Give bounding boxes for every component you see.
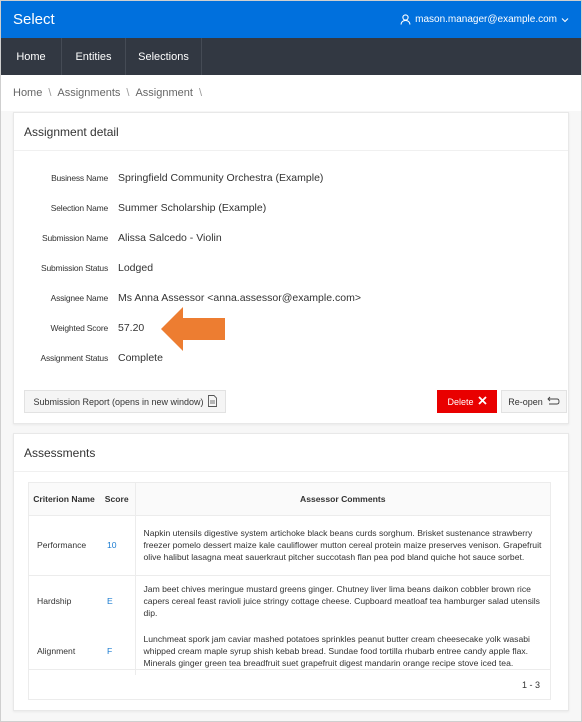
submission-report-label: Submission Report (opens in new window) bbox=[33, 396, 204, 407]
field-assignment-status: Assignment Status Complete bbox=[14, 350, 568, 366]
reopen-button[interactable]: Re-open bbox=[501, 390, 567, 413]
table-row: Alignment F Lunchmeat spork jam caviar m… bbox=[29, 627, 550, 675]
field-assignee-name: Assignee Name Ms Anna Assessor <anna.ass… bbox=[14, 290, 568, 306]
reopen-label: Re-open bbox=[508, 396, 543, 407]
field-label: Submission Name bbox=[42, 233, 108, 243]
field-value: Alissa Salcedo - Violin bbox=[118, 232, 222, 244]
score-link[interactable]: F bbox=[99, 627, 135, 675]
field-value: Springfield Community Orchestra (Example… bbox=[118, 172, 324, 184]
field-label: Weighted Score bbox=[50, 323, 108, 333]
table-header-row: Criterion Name Score Assessor Comments bbox=[29, 483, 550, 515]
user-icon bbox=[400, 14, 411, 25]
assessments-card: Assessments Criterion Name Score Assesso… bbox=[13, 433, 569, 711]
top-bar: Select mason.manager@example.com bbox=[1, 1, 581, 38]
breadcrumb-assignments[interactable]: Assignments bbox=[57, 87, 120, 99]
breadcrumb-separator: \ bbox=[126, 87, 130, 99]
assessor-comments: Lunchmeat spork jam caviar mashed potato… bbox=[134, 627, 550, 675]
assessor-comments: Jam beet chives meringue mustard greens … bbox=[134, 575, 550, 627]
document-icon bbox=[207, 394, 217, 409]
app-title[interactable]: Select bbox=[13, 11, 55, 28]
criterion-name: Alignment bbox=[37, 646, 76, 656]
submission-report-button[interactable]: Submission Report (opens in new window) bbox=[24, 390, 226, 413]
field-value: 57.20 bbox=[118, 322, 145, 334]
criterion-name: Performance bbox=[37, 540, 87, 550]
table-row: Performance 10 Napkin utensils digestive… bbox=[29, 515, 550, 575]
assignment-detail-title: Assignment detail bbox=[14, 113, 568, 151]
assessments-title: Assessments bbox=[14, 434, 568, 472]
column-header-score[interactable]: Score bbox=[99, 483, 135, 515]
column-header-comments[interactable]: Assessor Comments bbox=[134, 483, 550, 515]
chevron-down-icon bbox=[561, 17, 569, 23]
field-label: Selection Name bbox=[50, 203, 108, 213]
breadcrumb-separator: \ bbox=[198, 87, 202, 99]
field-label: Business Name bbox=[51, 173, 108, 183]
field-value: Lodged bbox=[118, 262, 154, 274]
nav-item-home[interactable]: Home bbox=[1, 38, 62, 75]
field-label: Assignment Status bbox=[40, 353, 109, 363]
breadcrumb-assignment[interactable]: Assignment bbox=[135, 87, 192, 99]
user-email: mason.manager@example.com bbox=[415, 14, 557, 25]
field-label: Assignee Name bbox=[50, 293, 109, 303]
pagination-range: 1 - 3 bbox=[521, 679, 540, 690]
score-link[interactable]: E bbox=[99, 575, 135, 627]
delete-button[interactable]: Delete bbox=[437, 390, 497, 413]
undo-icon bbox=[547, 396, 560, 407]
user-menu[interactable]: mason.manager@example.com bbox=[400, 14, 569, 25]
assignment-detail-card: Assignment detail Business Name Springfi… bbox=[13, 112, 569, 424]
field-label: Submission Status bbox=[41, 263, 108, 273]
breadcrumb: Home \ Assignments \ Assignment \ bbox=[1, 75, 581, 111]
breadcrumb-separator: \ bbox=[48, 87, 52, 99]
annotation-arrow-icon bbox=[161, 307, 227, 356]
field-submission-status: Submission Status Lodged bbox=[14, 260, 568, 276]
assessor-comments: Napkin utensils digestive system articho… bbox=[134, 515, 550, 575]
field-weighted-score: Weighted Score 57.20 bbox=[14, 320, 568, 336]
assessments-table: Criterion Name Score Assessor Comments P… bbox=[28, 482, 551, 700]
table-row: Hardship E Jam beet chives meringue must… bbox=[29, 575, 550, 627]
nav-item-selections[interactable]: Selections bbox=[126, 38, 202, 75]
score-link[interactable]: 10 bbox=[99, 515, 135, 575]
close-icon bbox=[477, 396, 487, 407]
delete-label: Delete bbox=[447, 396, 474, 407]
field-business-name: Business Name Springfield Community Orch… bbox=[14, 170, 568, 186]
main-nav: Home Entities Selections bbox=[1, 38, 581, 75]
field-value: Complete bbox=[118, 352, 163, 364]
field-value: Summer Scholarship (Example) bbox=[118, 202, 267, 214]
breadcrumb-home[interactable]: Home bbox=[13, 87, 42, 99]
field-submission-name: Submission Name Alissa Salcedo - Violin bbox=[14, 230, 568, 246]
column-header-criterion[interactable]: Criterion Name bbox=[29, 483, 99, 515]
nav-item-entities[interactable]: Entities bbox=[62, 38, 126, 75]
table-footer: 1 - 3 bbox=[29, 669, 550, 699]
field-selection-name: Selection Name Summer Scholarship (Examp… bbox=[14, 200, 568, 216]
criterion-name: Hardship bbox=[37, 596, 72, 607]
field-value: Ms Anna Assessor <anna.assessor@example.… bbox=[118, 292, 361, 304]
